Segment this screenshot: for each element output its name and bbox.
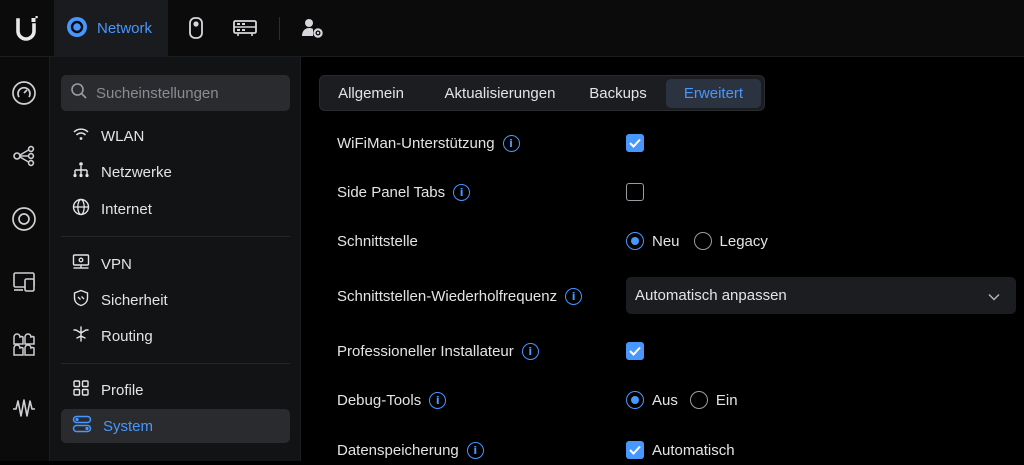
sidebar-item-profile[interactable]: Profile — [61, 373, 290, 407]
settings-tabs: Allgemein Aktualisierungen Backups Erwei… — [319, 75, 765, 111]
settings-main: Allgemein Aktualisierungen Backups Erwei… — [301, 57, 1024, 461]
sidebar-item-label: Routing — [101, 327, 153, 345]
sidebar-item-internet[interactable]: Internet — [61, 192, 290, 226]
network-app-tab[interactable]: Network — [54, 0, 168, 57]
search-input[interactable] — [96, 84, 286, 102]
info-icon[interactable]: i — [502, 134, 520, 152]
sidebar-item-label: System — [103, 417, 154, 435]
admin-settings-icon[interactable] — [298, 14, 326, 42]
setting-label: Professioneller Installateur — [337, 342, 514, 360]
info-icon[interactable]: i — [429, 391, 447, 409]
info-icon[interactable]: i — [565, 287, 583, 305]
setting-label: Side Panel Tabs — [337, 183, 446, 201]
debug-radio-ein[interactable] — [689, 391, 708, 409]
side-panel-checkbox[interactable] — [626, 183, 644, 201]
sidebar-item-system[interactable]: System — [61, 409, 290, 443]
checkmark-icon — [629, 346, 641, 356]
search-icon — [70, 82, 88, 105]
setting-label: WiFiMan-Unterstützung — [337, 134, 495, 152]
radio-label: Legacy — [719, 232, 768, 250]
setting-row-pro-installer: Professioneller Installateur i — [337, 336, 539, 366]
setting-row-refresh-rate: Schnittstellen-Wiederholfrequenz i — [337, 281, 583, 311]
setting-label: Schnittstelle — [337, 232, 418, 250]
sidebar-item-label: WLAN — [101, 127, 145, 145]
ubiquiti-logo[interactable] — [0, 0, 54, 57]
data-storage-checkbox[interactable] — [626, 441, 644, 459]
top-bar-divider — [279, 17, 280, 40]
sidebar-item-wlan[interactable]: WLAN — [61, 119, 290, 153]
profiles-icon — [72, 379, 90, 401]
clients-icon[interactable] — [10, 268, 38, 296]
topology-icon[interactable] — [10, 142, 38, 170]
setting-label: Schnittstellen-Wiederholfrequenz — [337, 287, 558, 305]
top-bar: Network — [0, 0, 1024, 57]
search-box[interactable] — [61, 75, 290, 111]
info-icon[interactable]: i — [466, 441, 484, 459]
setting-row-side-panel: Side Panel Tabs i — [337, 177, 471, 207]
wifi-icon — [72, 125, 90, 147]
devices-icon[interactable] — [10, 205, 38, 233]
statistics-icon[interactable] — [10, 331, 38, 359]
sidebar-divider — [61, 363, 290, 364]
interface-radio-legacy[interactable] — [693, 232, 712, 250]
setting-row-interface: Schnittstelle — [337, 226, 418, 256]
refresh-rate-select[interactable]: Automatisch anpassen — [626, 277, 1016, 314]
routing-icon — [72, 325, 90, 347]
interface-radio-neu[interactable] — [626, 232, 644, 250]
settings-sidebar: WLAN Netzwerke Internet VPN Sicherheit R… — [50, 57, 301, 461]
radio-label: Aus — [652, 391, 678, 409]
pro-installer-control — [626, 336, 644, 366]
setting-row-wifiman: WiFiMan-Unterstützung i — [337, 128, 520, 158]
protect-camera-icon[interactable] — [182, 14, 210, 42]
globe-icon — [72, 198, 90, 220]
vpn-monitor-icon — [72, 253, 90, 275]
gateway-device-icon[interactable] — [231, 14, 259, 42]
sidebar-item-sicherheit[interactable]: Sicherheit — [61, 283, 290, 317]
dashboard-icon[interactable] — [10, 79, 38, 107]
checkmark-icon — [629, 445, 641, 455]
debug-radio-aus[interactable] — [626, 391, 644, 409]
chevron-down-icon — [988, 288, 1000, 305]
side-panel-control — [626, 177, 644, 207]
checkmark-icon — [629, 138, 641, 148]
sidebar-item-netzwerke[interactable]: Netzwerke — [61, 155, 290, 189]
sidebar-item-vpn[interactable]: VPN — [61, 247, 290, 281]
debug-tools-control: Aus Ein — [626, 385, 738, 415]
insights-icon[interactable] — [10, 394, 38, 422]
checkbox-label: Automatisch — [652, 441, 735, 459]
wifiman-control — [626, 128, 644, 158]
interface-control: Neu Legacy — [626, 226, 768, 256]
system-toggle-icon — [72, 415, 92, 437]
tab-erweitert[interactable]: Erweitert — [666, 79, 761, 108]
tab-allgemein[interactable]: Allgemein — [324, 79, 418, 108]
radio-label: Neu — [652, 232, 680, 250]
sidebar-item-label: Sicherheit — [101, 291, 168, 309]
setting-row-debug-tools: Debug-Tools i — [337, 385, 447, 415]
info-icon[interactable]: i — [453, 183, 471, 201]
left-app-rail — [0, 57, 50, 461]
network-tree-icon — [72, 161, 90, 183]
select-value: Automatisch anpassen — [635, 287, 787, 304]
radio-label: Ein — [715, 391, 738, 409]
sidebar-item-routing[interactable]: Routing — [61, 319, 290, 353]
info-icon[interactable]: i — [521, 342, 539, 360]
sidebar-item-label: Internet — [101, 200, 152, 218]
wifiman-checkbox[interactable] — [626, 134, 644, 152]
pro-installer-checkbox[interactable] — [626, 342, 644, 360]
sidebar-item-label: Netzwerke — [101, 163, 172, 181]
tab-aktualisierungen[interactable]: Aktualisierungen — [430, 79, 570, 108]
setting-label: Debug-Tools — [337, 391, 422, 409]
tab-backups[interactable]: Backups — [578, 79, 658, 108]
sidebar-item-label: Profile — [101, 381, 144, 399]
sidebar-item-label: VPN — [101, 255, 132, 273]
shield-icon — [72, 289, 90, 311]
network-app-label: Network — [97, 20, 153, 37]
sidebar-divider — [61, 236, 290, 237]
setting-label: Datenspeicherung — [337, 441, 459, 459]
network-app-icon — [66, 16, 88, 42]
